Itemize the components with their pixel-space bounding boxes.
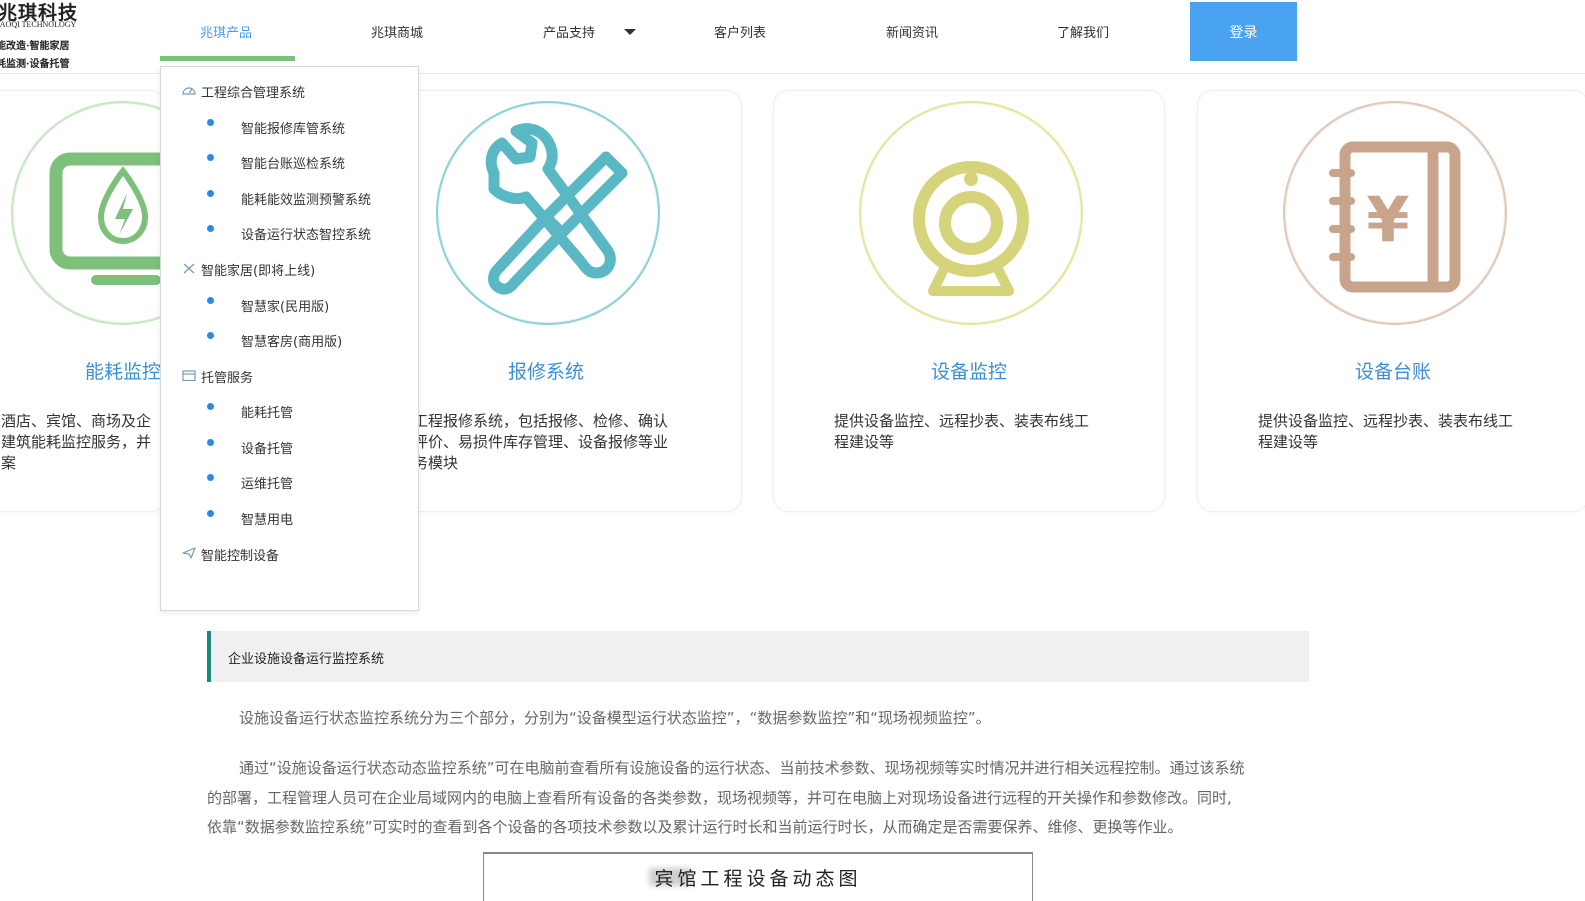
dropdown-item[interactable]: 设备托管 [241,438,293,457]
dropdown-category[interactable]: 工程综合管理系统 [182,82,306,101]
logo-en: HAOQI TECHNOLOGY [0,20,77,29]
logo-slogan-2: 耗监测·设备托管 [0,59,70,70]
product-card-ledger[interactable]: ¥ 设备台账 提供设备监控、远程抄表、装表布线工 程建设等 [1197,90,1585,512]
svg-text:¥: ¥ [1366,183,1409,256]
dropdown-category-label: 智能家居(即将上线) [201,264,316,279]
nav-item-support[interactable]: 产品支持 [543,22,595,41]
card-title: 设备监控 [930,361,1007,383]
bullet-icon [207,119,214,126]
bullet-icon [207,510,214,517]
bullet-icon [207,154,214,161]
nav-item-mall[interactable]: 兆琪商城 [371,22,423,41]
nav-active-underline [160,56,295,61]
nav-item-news[interactable]: 新闻资讯 [886,22,938,41]
product-card-monitor[interactable]: 设备监控 提供设备监控、远程抄表、装表布线工 程建设等 [773,90,1165,512]
article-paragraph-2-line-1: 通过“设施设备运行状态动态监控系统”可在电脑前查看所有设施设备的运行状态、当前技… [239,759,1245,777]
card-description: 工程报修系统，包括报修、检修、确认 评价、易损件库存管理、设备报修等业 务模块 [413,412,669,472]
calendar-icon [182,370,196,381]
send-icon [182,547,196,559]
article-paragraph-1: 设施设备运行状态监控系统分为三个部分，分别为“设备模型运行状态监控”，“数据参数… [239,709,991,727]
tools-icon [183,263,195,274]
bullet-icon [207,190,214,197]
energy-monitor-icon [11,101,165,325]
dropdown-item[interactable]: 能耗能效监测预警系统 [241,189,371,208]
product-card-energy[interactable]: 能耗监控 酒店、宾馆、商场及企 建筑能耗监控服务，并 案 [0,90,166,512]
nav-item-about[interactable]: 了解我们 [1057,22,1109,41]
dropdown-item[interactable]: 运维托管 [241,473,293,492]
card-description: 提供设备监控、远程抄表、装表布线工 程建设等 [1258,412,1514,451]
dropdown-item[interactable]: 智能台账巡检系统 [241,153,345,172]
card-description: 提供设备监控、远程抄表、装表布线工 程建设等 [834,412,1090,451]
logo-slogan-1: 能改造·智能家居 [0,41,70,52]
dropdown-category-label: 托管服务 [201,371,254,386]
dropdown-item[interactable]: 设备运行状态智控系统 [241,224,371,243]
logo[interactable]: 兆琪科技 HAOQI TECHNOLOGY 能改造·智能家居 耗监测·设备托管 [0,0,120,72]
article-paragraph-2-line-3: 依靠“数据参数监控系统”可实时的查看到各个设备的各项技术参数以及累计运行时长和当… [207,818,1183,836]
article-paragraph-2-line-2: 的部署，工程管理人员可在企业局域网内的电脑上查看所有设备的各类参数，现场视频等，… [207,789,1232,807]
site-header: 兆琪科技 HAOQI TECHNOLOGY 能改造·智能家居 耗监测·设备托管 … [0,0,1585,74]
bullet-icon [207,403,214,410]
card-title: 能耗监控 [84,361,161,383]
dropdown-item[interactable]: 智慧家(民用版) [241,296,329,315]
section-title: 企业设施设备运行监控系统 [228,652,385,667]
dropdown-item[interactable]: 智慧客房(商用版) [241,331,342,350]
section-header: 企业设施设备运行监控系统 [207,631,1309,682]
ledger-icon: ¥ [1283,101,1507,325]
login-button[interactable]: 登录 [1190,2,1297,61]
dropdown-category-label: 智能控制设备 [201,549,280,564]
bullet-icon [207,225,214,232]
bullet-icon [207,332,214,339]
bullet-icon [207,439,214,446]
nav-item-products[interactable]: 兆琪产品 [200,22,252,41]
card-title: 设备台账 [1354,361,1431,383]
webcam-icon [859,101,1083,325]
dropdown-item[interactable]: 智能报修库管系统 [241,118,345,137]
dropdown-category[interactable]: 智能控制设备 [182,545,280,564]
chevron-down-icon[interactable] [624,29,636,35]
nav-item-clients[interactable]: 客户列表 [714,22,766,41]
bullet-icon [207,297,214,304]
equipment-diagram-image: 宾馆工程设备动态图 [483,852,1033,901]
dropdown-category[interactable]: 托管服务 [182,367,254,386]
dropdown-item[interactable]: 能耗托管 [241,402,293,421]
bullet-icon [207,474,214,481]
dropdown-item[interactable]: 智慧用电 [241,509,293,528]
dropdown-category-label: 工程综合管理系统 [201,86,306,101]
wrench-screwdriver-icon [436,101,660,325]
dropdown-category[interactable]: 智能家居(即将上线) [183,260,316,279]
gauge-icon [182,87,196,95]
card-description: 酒店、宾馆、商场及企 建筑能耗监控服务，并 案 [1,412,152,472]
image-caption: 宾馆工程设备动态图 [654,868,862,890]
products-dropdown-menu: 工程综合管理系统 智能报修库管系统 智能台账巡检系统 能耗能效监测预警系统 设备… [160,66,419,611]
